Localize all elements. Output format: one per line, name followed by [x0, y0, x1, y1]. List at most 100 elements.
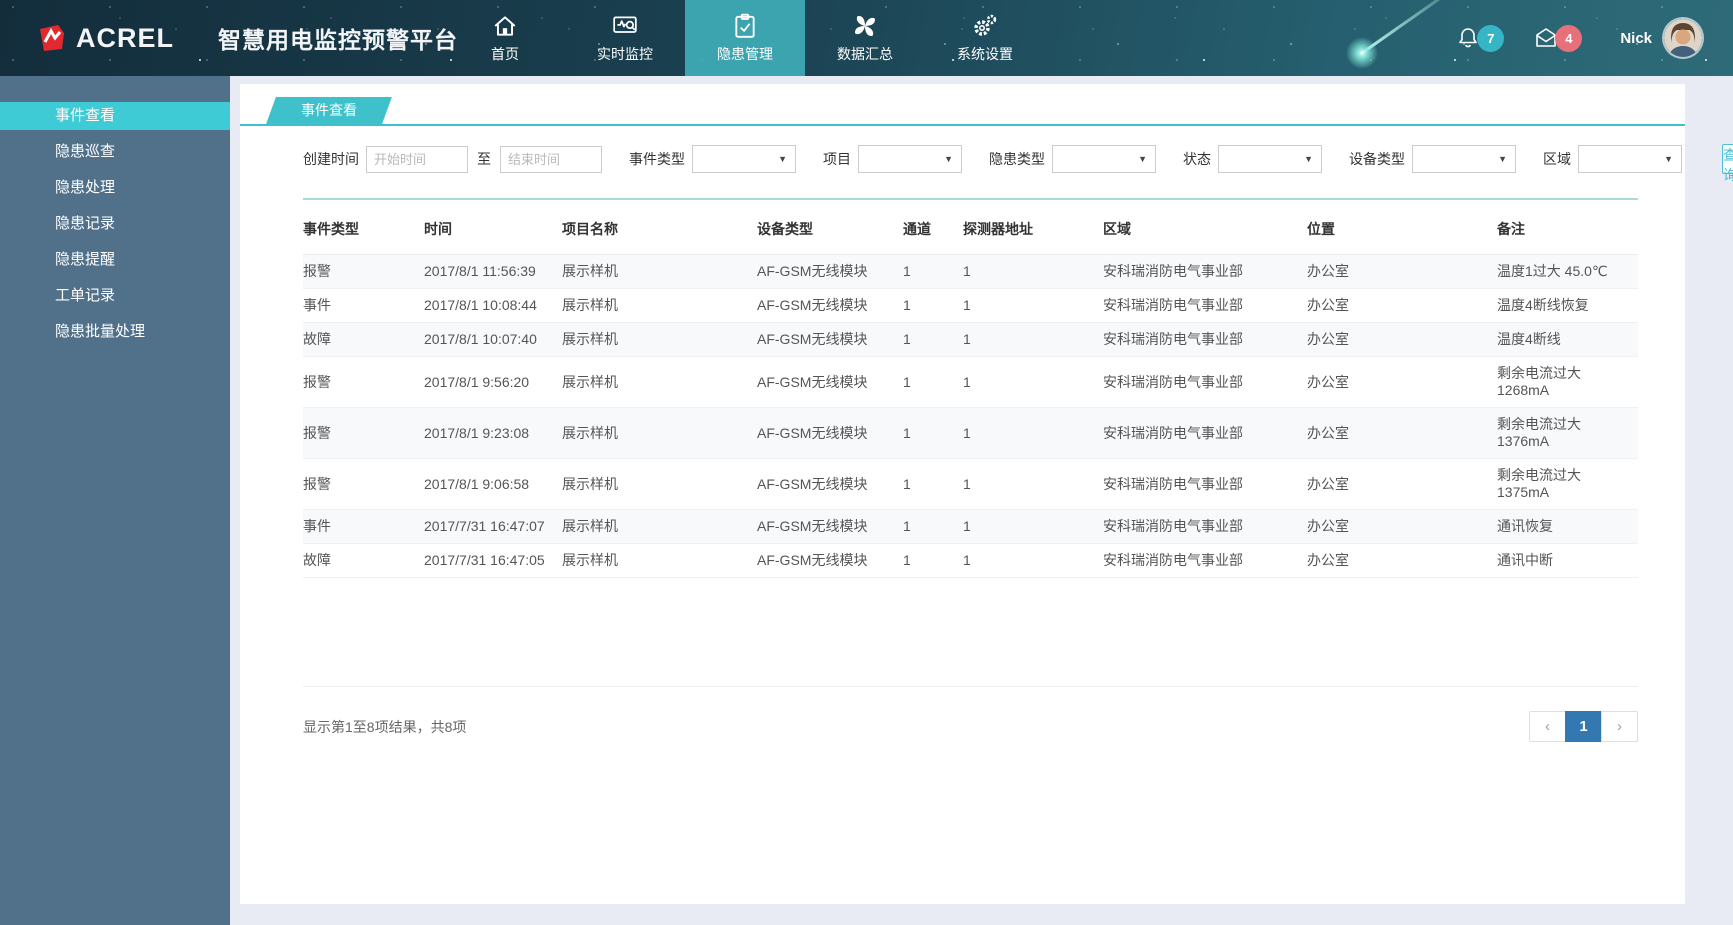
sidebar-item-hazard-remind[interactable]: 隐患提醒 [0, 246, 230, 274]
sidebar-item-hazard-record[interactable]: 隐患记录 [0, 210, 230, 238]
table-row: 报警2017/8/1 9:23:08展示样机AF-GSM无线模块11安科瑞消防电… [303, 408, 1638, 459]
nav-item-hazard-management[interactable]: 隐患管理 [685, 0, 805, 76]
column-header: 时间 [424, 200, 562, 255]
acrel-logo-icon [36, 23, 68, 53]
sidebar-item-hazard-batch[interactable]: 隐患批量处理 [0, 318, 230, 346]
nav-item-label: 系统设置 [957, 44, 1013, 64]
table-row: 报警2017/8/1 9:06:58展示样机AF-GSM无线模块11安科瑞消防电… [303, 459, 1638, 510]
tab-event-view[interactable]: 事件查看 [266, 97, 392, 124]
table-cell: 1 [903, 323, 963, 357]
table-footer: 显示第1至8项结果，共8项 ‹1› [303, 711, 1638, 742]
user-avatar[interactable] [1664, 19, 1702, 57]
table-cell: 办公室 [1307, 323, 1497, 357]
table-cell: 报警 [303, 459, 424, 510]
table-cell: AF-GSM无线模块 [757, 510, 903, 544]
app-root: ACREL 智慧用电监控预警平台 首页实时监控隐患管理数据汇总系统设置 7 [0, 0, 1733, 925]
sidebar-item-event-view[interactable]: 事件查看 [0, 102, 230, 130]
table-cell: 通讯恢复 [1497, 510, 1638, 544]
hazard-type-filter-group: 隐患类型▼ [989, 145, 1156, 173]
comet-decoration [1232, 0, 1472, 76]
device-type-filter-group: 设备类型▼ [1349, 145, 1516, 173]
column-header: 事件类型 [303, 200, 424, 255]
table-cell: 安科瑞消防电气事业部 [1103, 459, 1307, 510]
end-time-input[interactable] [500, 146, 602, 173]
table-row: 报警2017/8/1 11:56:39展示样机AF-GSM无线模块11安科瑞消防… [303, 255, 1638, 289]
hazard-type-select[interactable]: ▼ [1052, 145, 1156, 173]
table-cell: AF-GSM无线模块 [757, 357, 903, 408]
filter-bar: 创建时间 至 事件类型▼项目▼隐患类型▼状态▼设备类型▼区域▼ 查询 [303, 144, 1638, 200]
project-label: 项目 [823, 149, 851, 169]
area-select[interactable]: ▼ [1578, 145, 1682, 173]
chevron-down-icon: ▼ [944, 154, 953, 164]
table-cell: 展示样机 [562, 408, 757, 459]
table-cell: 2017/8/1 10:07:40 [424, 323, 562, 357]
event-type-label: 事件类型 [629, 149, 685, 169]
events-table: 事件类型时间项目名称设备类型通道探测器地址区域位置备注 报警2017/8/1 1… [303, 200, 1638, 578]
event-type-select[interactable]: ▼ [692, 145, 796, 173]
status-label: 状态 [1183, 149, 1211, 169]
table-cell: 1 [903, 255, 963, 289]
pagination-page-1[interactable]: 1 [1565, 711, 1602, 742]
table-cell: 展示样机 [562, 544, 757, 578]
nav-item-realtime-monitor[interactable]: 实时监控 [565, 0, 685, 76]
tab-row: 事件查看 [240, 84, 1685, 126]
table-cell: 剩余电流过大 1376mA [1497, 408, 1638, 459]
pagination-next-button[interactable]: › [1601, 711, 1638, 742]
table-row: 事件2017/8/1 10:08:44展示样机AF-GSM无线模块11安科瑞消防… [303, 289, 1638, 323]
table-cell: 事件 [303, 289, 424, 323]
table-cell: 报警 [303, 408, 424, 459]
avatar-image [1664, 19, 1702, 57]
table-cell: 1 [903, 357, 963, 408]
tab-label: 事件查看 [301, 97, 357, 124]
table-cell: 2017/7/31 16:47:05 [424, 544, 562, 578]
sidebar-item-hazard-patrol[interactable]: 隐患巡查 [0, 138, 230, 166]
bell-count-badge: 7 [1477, 25, 1504, 52]
footer-divider [303, 686, 1638, 687]
user-name[interactable]: Nick [1620, 30, 1652, 47]
top-navbar: ACREL 智慧用电监控预警平台 首页实时监控隐患管理数据汇总系统设置 7 [0, 0, 1733, 76]
content-card: 事件查看 创建时间 至 事件类型▼项目▼隐患类型▼状态▼设备类型▼区域▼ 查询 … [240, 84, 1685, 904]
area-filter-group: 区域 ▼ [1543, 145, 1682, 173]
table-cell: 安科瑞消防电气事业部 [1103, 323, 1307, 357]
table-row: 事件2017/7/31 16:47:07展示样机AF-GSM无线模块11安科瑞消… [303, 510, 1638, 544]
table-cell: 办公室 [1307, 408, 1497, 459]
table-cell: 1 [963, 510, 1103, 544]
table-cell: 1 [903, 510, 963, 544]
table-cell: 展示样机 [562, 289, 757, 323]
table-cell: 故障 [303, 323, 424, 357]
sidebar-item-hazard-handle[interactable]: 隐患处理 [0, 174, 230, 202]
table-cell: 安科瑞消防电气事业部 [1103, 510, 1307, 544]
column-header: 备注 [1497, 200, 1638, 255]
table-cell: 办公室 [1307, 544, 1497, 578]
notifications-bell[interactable]: 7 [1456, 25, 1504, 52]
nav-item-data-summary[interactable]: 数据汇总 [805, 0, 925, 76]
pinwheel-icon [852, 13, 878, 39]
table-cell: 温度1过大 45.0℃ [1497, 255, 1638, 289]
column-header: 位置 [1307, 200, 1497, 255]
table-cell: 办公室 [1307, 255, 1497, 289]
start-time-input[interactable] [366, 146, 468, 173]
created-time-label: 创建时间 [303, 149, 359, 169]
nav-item-home[interactable]: 首页 [445, 0, 565, 76]
messages-mail[interactable]: 4 [1534, 25, 1582, 52]
clipboard-icon [732, 13, 758, 39]
sidebar-item-work-order[interactable]: 工单记录 [0, 282, 230, 310]
table-cell: 办公室 [1307, 510, 1497, 544]
table-cell: AF-GSM无线模块 [757, 408, 903, 459]
nav-item-system-settings[interactable]: 系统设置 [925, 0, 1045, 76]
comet-icon [1232, 0, 1472, 76]
table-cell: 温度4断线 [1497, 323, 1638, 357]
status-select[interactable]: ▼ [1218, 145, 1322, 173]
table-header-row: 事件类型时间项目名称设备类型通道探测器地址区域位置备注 [303, 200, 1638, 255]
project-select[interactable]: ▼ [858, 145, 962, 173]
table-cell: 2017/7/31 16:47:07 [424, 510, 562, 544]
to-label: 至 [477, 149, 491, 169]
table-cell: 2017/8/1 9:06:58 [424, 459, 562, 510]
device-type-select[interactable]: ▼ [1412, 145, 1516, 173]
sidebar: 事件查看隐患巡查隐患处理隐患记录隐患提醒工单记录隐患批量处理 [0, 76, 230, 925]
search-button[interactable]: 查询 [1722, 144, 1733, 174]
brand: ACREL 智慧用电监控预警平台 [36, 0, 458, 76]
table-cell: 办公室 [1307, 289, 1497, 323]
area-label: 区域 [1543, 149, 1571, 169]
pagination-prev-button[interactable]: ‹ [1529, 711, 1566, 742]
